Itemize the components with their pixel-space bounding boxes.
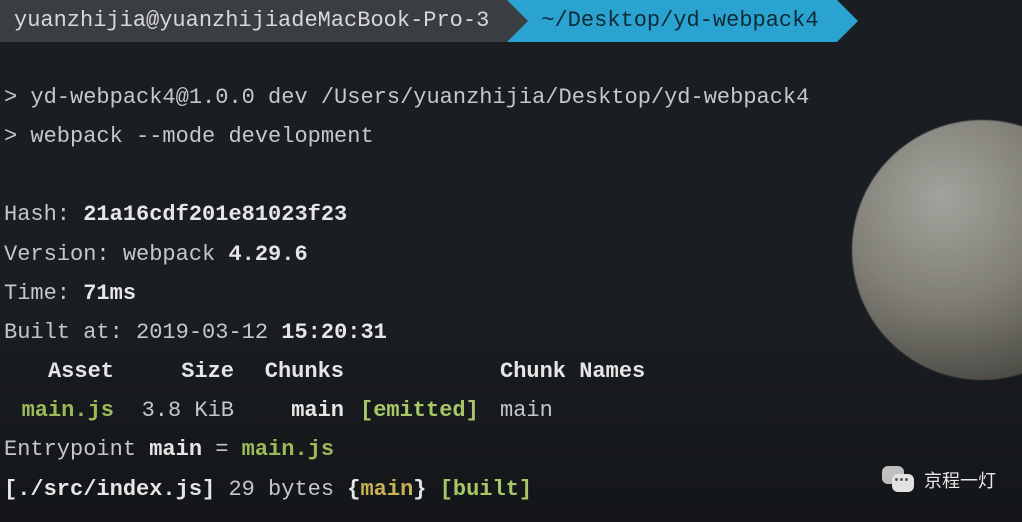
asset-status: [emitted]	[344, 391, 484, 430]
time-label: Time:	[4, 281, 83, 306]
space	[427, 477, 440, 502]
watermark: 京程一灯	[882, 466, 996, 494]
module-size: 29 bytes	[215, 477, 347, 502]
entry-eq: =	[202, 437, 242, 462]
built-at-line: Built at: 2019-03-12 15:20:31	[4, 313, 1018, 352]
version-value: 4.29.6	[228, 242, 307, 267]
time-value: 71ms	[83, 281, 136, 306]
asset-chunk: main	[234, 391, 344, 430]
npm-script-line: > yd-webpack4@1.0.0 dev /Users/yuanzhiji…	[4, 78, 1018, 117]
version-label: Version:	[4, 242, 123, 267]
bracket-open: [	[4, 477, 17, 502]
module-status: [built]	[440, 477, 532, 502]
assets-header-row: AssetSizeChunks Chunk Names	[4, 352, 1018, 391]
bracket-close: ]	[202, 477, 215, 502]
blank-line	[4, 156, 1018, 195]
prompt-marker: >	[4, 85, 30, 110]
npm-command-line: > webpack --mode development	[4, 117, 1018, 156]
col-size: Size	[114, 352, 234, 391]
wechat-chat-icon	[882, 466, 916, 494]
version-line: Version: webpack 4.29.6	[4, 235, 1018, 274]
assets-row: main.js3.8 KiBmain[emitted]main	[4, 391, 1018, 430]
col-names: Chunk Names	[484, 352, 684, 391]
entrypoint-line: Entrypoint main = main.js	[4, 430, 1018, 469]
brace-close: }	[413, 477, 426, 502]
npm-pkg-info: yd-webpack4@1.0.0 dev /Users/yuanzhijia/…	[30, 85, 809, 110]
brace-open: {	[347, 477, 360, 502]
entry-name: main	[149, 437, 202, 462]
prompt-header: yuanzhijia@yuanzhijiadeMacBook-Pro-3 ~/D…	[0, 0, 1022, 42]
module-path: ./src/index.js	[17, 477, 202, 502]
time-line: Time: 71ms	[4, 274, 1018, 313]
watermark-text: 京程一灯	[924, 467, 996, 493]
col-asset: Asset	[4, 352, 114, 391]
version-tool: webpack	[123, 242, 229, 267]
terminal-output: > yd-webpack4@1.0.0 dev /Users/yuanzhiji…	[0, 42, 1022, 509]
col-chunks: Chunks	[234, 352, 344, 391]
entry-prefix: Entrypoint	[4, 437, 149, 462]
built-label: Built at:	[4, 320, 136, 345]
asset-size: 3.8 KiB	[114, 391, 234, 430]
entry-file: main.js	[242, 437, 334, 462]
hash-line: Hash: 21a16cdf201e81023f23	[4, 195, 1018, 234]
hash-value: 21a16cdf201e81023f23	[83, 202, 347, 227]
hash-label: Hash:	[4, 202, 83, 227]
webpack-command: webpack --mode development	[30, 124, 373, 149]
module-line: [./src/index.js] 29 bytes {main} [built]	[4, 470, 1018, 509]
asset-name: main.js	[4, 391, 114, 430]
asset-chunk-name: main	[484, 391, 684, 430]
prompt-marker: >	[4, 124, 30, 149]
prompt-user-host: yuanzhijia@yuanzhijiadeMacBook-Pro-3	[0, 0, 507, 42]
built-date: 2019-03-12	[136, 320, 281, 345]
module-chunk: main	[360, 477, 413, 502]
built-time: 15:20:31	[281, 320, 387, 345]
prompt-cwd: ~/Desktop/yd-webpack4	[507, 0, 836, 42]
